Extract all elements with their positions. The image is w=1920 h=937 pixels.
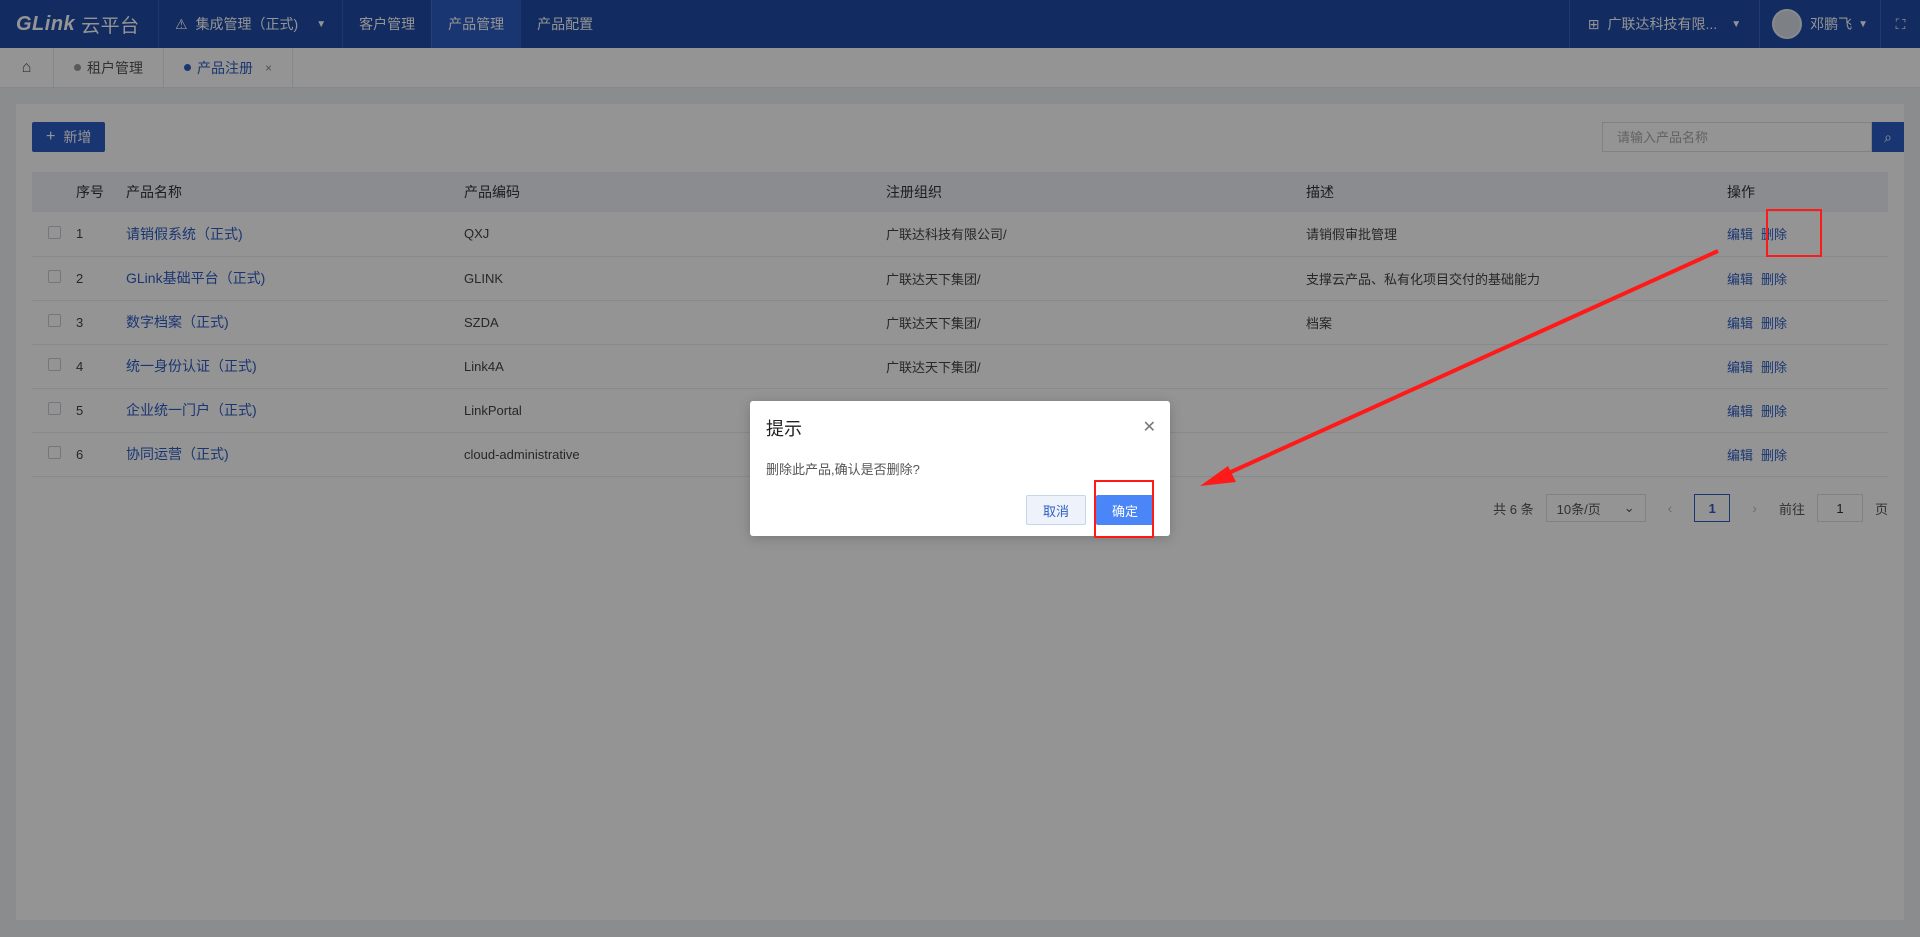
confirm-highlight-box bbox=[1094, 480, 1154, 538]
delete-highlight-box bbox=[1766, 209, 1822, 257]
close-icon[interactable]: ✕ bbox=[1143, 417, 1156, 437]
dialog-message: 删除此产品,确认是否删除? bbox=[766, 462, 920, 477]
cancel-button[interactable]: 取消 bbox=[1026, 495, 1086, 525]
dialog-title: 提示 bbox=[766, 419, 802, 439]
